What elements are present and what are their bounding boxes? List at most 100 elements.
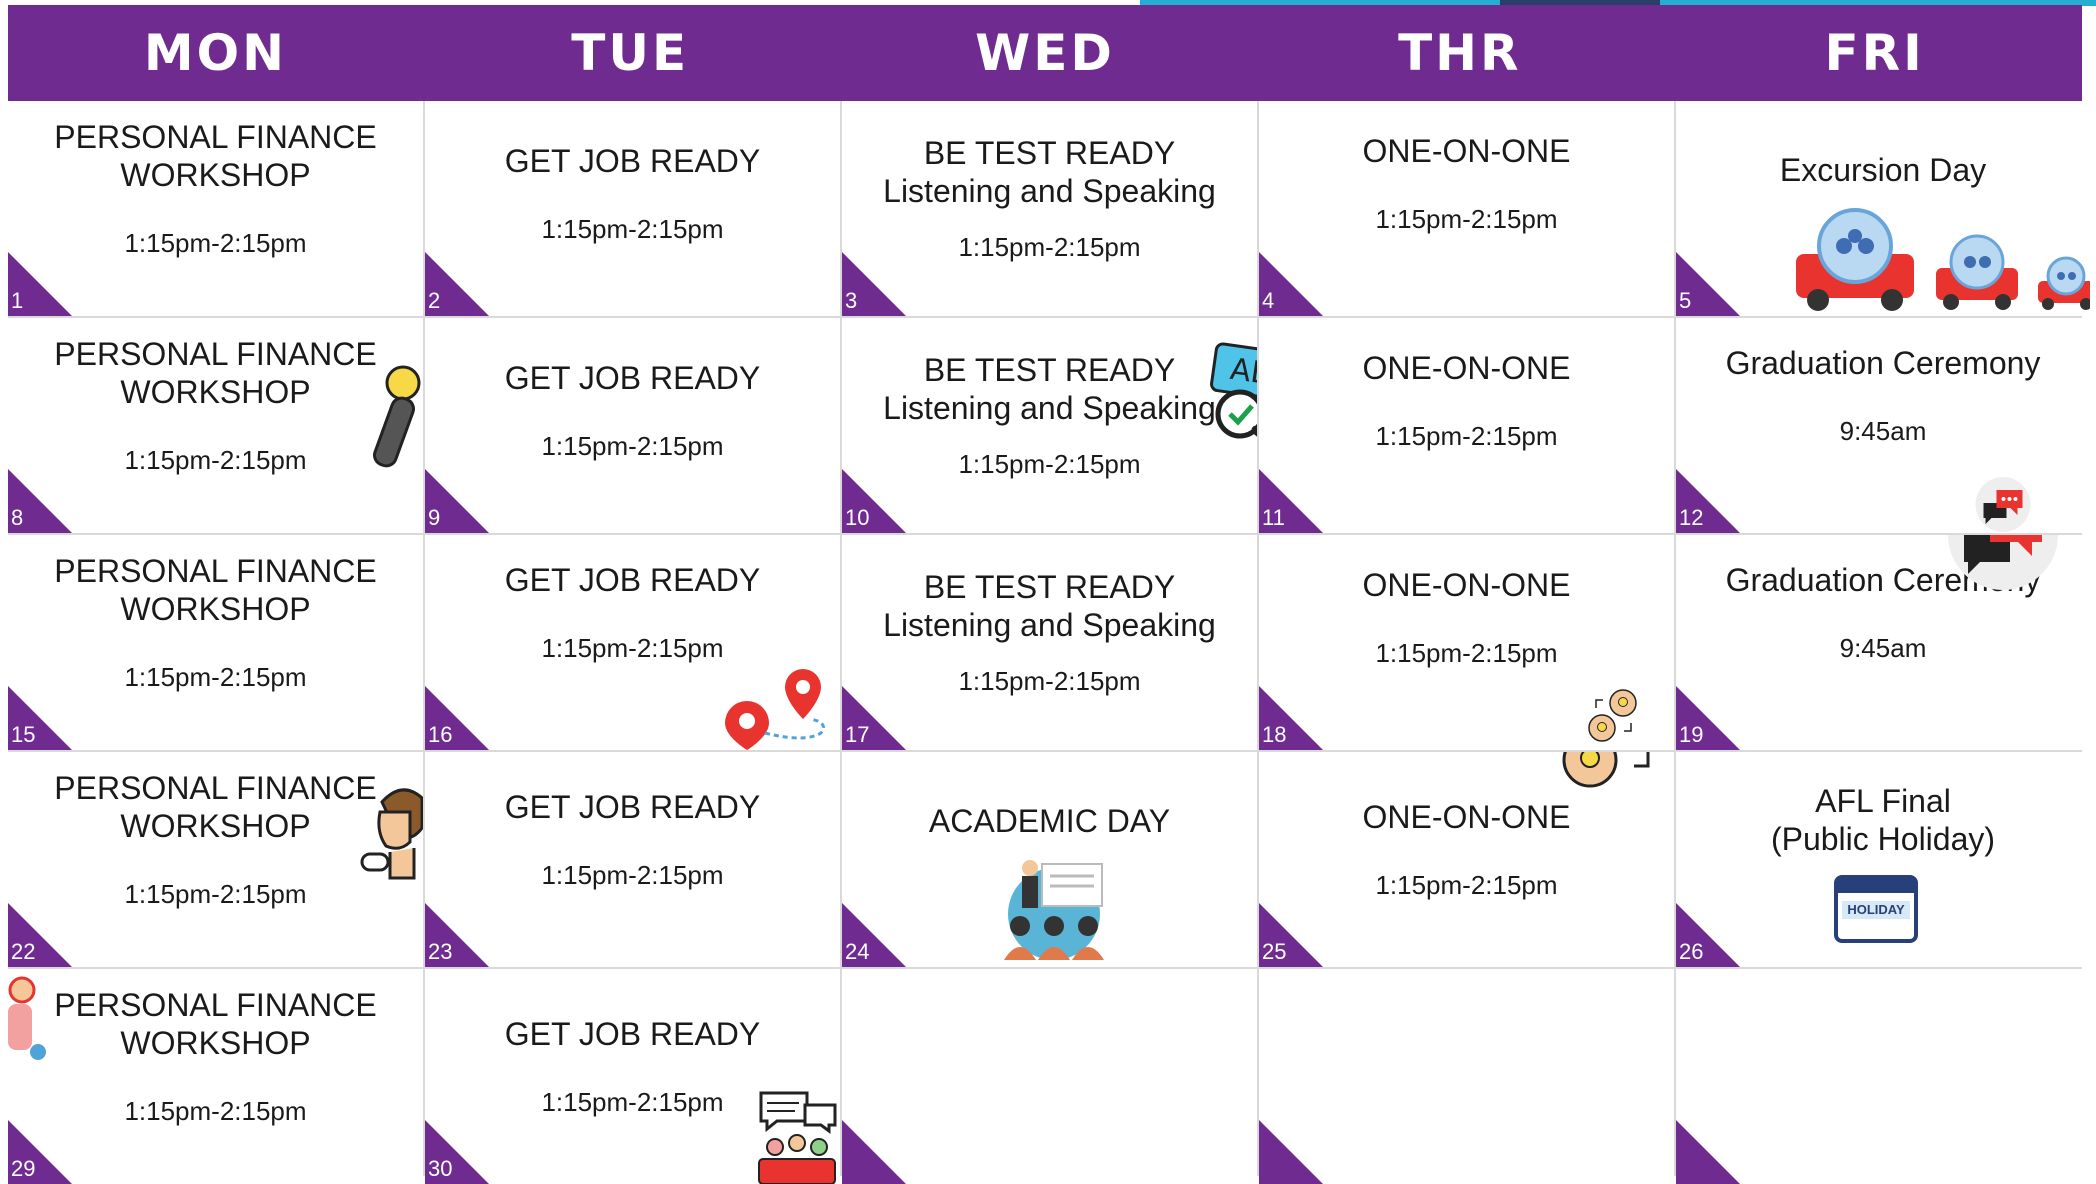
date-number: 10 [845, 505, 870, 530]
day-cell[interactable]: PERSONAL FINANCE WORKSHOP 1:15pm-2:15pm … [8, 752, 423, 967]
event-title: AFL Final [1815, 783, 1951, 819]
date-number: 9 [428, 505, 441, 530]
date-number: 18 [1262, 722, 1287, 747]
event-title: BE TEST READY [923, 569, 1176, 605]
date-number: 11 [1262, 505, 1285, 530]
day-cell[interactable]: Graduation Ceremony 9:45am 12 [1676, 318, 2090, 533]
event-time: 1:15pm-2:15pm [124, 228, 307, 258]
group-discussion-icon [758, 1091, 837, 1184]
event-subtitle: Listening and Speaking [883, 607, 1216, 643]
day-cell[interactable]: BE TEST READY Listening and Speaking 1:1… [842, 318, 1257, 533]
chat-bubbles-icon-continued [1948, 535, 2058, 590]
event-title: GET JOB READY [504, 360, 761, 396]
event-title: ONE-ON-ONE [1362, 799, 1571, 835]
event-subtitle: (Public Holiday) [1770, 821, 1996, 857]
day-cell[interactable] [1259, 969, 1674, 1184]
event-title: PERSONAL FINANCE WORKSHOP [54, 119, 377, 193]
event-title: GET JOB READY [504, 789, 761, 825]
date-number: 30 [428, 1156, 453, 1181]
event-title: ONE-ON-ONE [1362, 133, 1571, 169]
header-fri: FRI [1824, 24, 1925, 82]
date-number: 25 [1262, 939, 1287, 964]
excursion-bus-icon [1796, 208, 2090, 311]
microphone-icon [373, 365, 421, 468]
date-number: 12 [1679, 505, 1704, 530]
header-tue: TUE [571, 24, 690, 82]
date-number: 24 [845, 939, 870, 964]
day-cell[interactable]: PERSONAL FINANCE WORKSHOP 1:15pm-2:15pm … [8, 535, 423, 750]
date-number: 23 [428, 939, 453, 964]
day-cell[interactable] [842, 969, 1257, 1184]
event-time: 1:15pm-2:15pm [541, 633, 724, 663]
classroom-presentation-icon [1004, 860, 1104, 960]
date-number: 19 [1679, 722, 1704, 747]
day-cell[interactable]: GET JOB READY 1:15pm-2:15pm 23 [425, 752, 840, 967]
day-cell[interactable]: BE TEST READY Listening and Speaking 1:1… [842, 535, 1257, 750]
date-number: 29 [11, 1156, 36, 1181]
date-number: 22 [11, 939, 36, 964]
event-title: ONE-ON-ONE [1362, 350, 1571, 386]
header-thr: THR [1398, 24, 1522, 82]
day-cell[interactable]: Excursion Day 5 [1676, 101, 2090, 316]
location-pins-icon [725, 669, 825, 750]
date-number: 16 [428, 722, 453, 747]
event-title: PERSONAL FINANCE WORKSHOP [54, 336, 377, 410]
day-cell[interactable]: GET JOB READY 1:15pm-2:15pm 16 [425, 535, 840, 750]
day-cell[interactable]: ONE-ON-ONE 1:15pm-2:15pm 11 [1259, 318, 1674, 533]
day-cell[interactable]: AFL Final (Public Holiday) HOLIDAY 26 [1676, 752, 2090, 967]
event-subtitle: Listening and Speaking [883, 390, 1216, 426]
day-cell[interactable]: Graduation Ceremony 9:45am 19 [1676, 535, 2090, 750]
event-title: BE TEST READY [923, 135, 1176, 171]
event-time: 1:15pm-2:15pm [1375, 870, 1558, 900]
event-time: 1:15pm-2:15pm [124, 445, 307, 475]
event-title: GET JOB READY [504, 562, 761, 598]
day-cell[interactable]: ONE-ON-ONE 1:15pm-2:15pm 25 [1259, 752, 1674, 967]
day-cell[interactable]: BE TEST READY Listening and Speaking 1:1… [842, 101, 1257, 316]
event-time: 9:45am [1839, 633, 1927, 663]
day-cell[interactable]: GET JOB READY 1:15pm-2:15pm 9 [425, 318, 840, 533]
day-cell[interactable]: GET JOB READY 1:15pm-2:15pm 2 [425, 101, 840, 316]
calendar-top-bar [1838, 879, 1914, 893]
event-time: 9:45am [1839, 416, 1927, 446]
event-time: 1:15pm-2:15pm [1375, 638, 1558, 668]
date-number: 2 [428, 288, 441, 313]
idea-exchange-icon [1588, 689, 1637, 742]
date-number: 5 [1679, 288, 1692, 313]
date-corner [842, 1120, 906, 1184]
event-time: 1:15pm-2:15pm [541, 431, 724, 461]
day-cell[interactable]: ONE-ON-ONE 1:15pm-2:15pm 4 [1259, 101, 1674, 316]
event-time: 1:15pm-2:15pm [1375, 204, 1558, 234]
event-time: 1:15pm-2:15pm [124, 879, 307, 909]
calendar-grid: PERSONAL FINANCE WORKSHOP 1:15pm-2:15pm … [8, 101, 2090, 1184]
date-number: 17 [845, 722, 870, 747]
day-cell[interactable]: PERSONAL FINANCE WORKSHOP 1:15pm-2:15pm … [8, 101, 423, 316]
event-title: ONE-ON-ONE [1362, 567, 1571, 603]
abc-test-icon: ABC [1208, 341, 1257, 458]
date-corner [1676, 1120, 1740, 1184]
event-time: 1:15pm-2:15pm [958, 232, 1141, 262]
day-cell[interactable]: PERSONAL FINANCE WORKSHOP 1:15pm-2:15pm … [8, 318, 423, 533]
event-title: GET JOB READY [504, 1016, 761, 1052]
event-title: BE TEST READY [923, 352, 1176, 388]
day-cell[interactable]: GET JOB READY 1:15pm-2:15pm 30 [425, 969, 840, 1184]
event-title: Excursion Day [1779, 152, 1987, 188]
day-cell[interactable] [1676, 969, 2090, 1184]
weekday-header: MON TUE WED THR FRI [8, 5, 2082, 101]
chat-bubbles-icon [1975, 477, 2031, 532]
magnifier-icon [1215, 389, 1257, 439]
event-subtitle: Listening and Speaking [883, 173, 1216, 209]
event-title: Graduation Ceremony [1725, 345, 2041, 381]
event-title: PERSONAL FINANCE WORKSHOP [54, 770, 377, 844]
event-title: ACADEMIC DAY [928, 803, 1171, 839]
day-cell[interactable]: ACADEMIC DAY 24 [842, 752, 1257, 967]
day-cell[interactable]: ONE-ON-ONE 1:15pm-2:15pm 18 [1259, 535, 1674, 750]
event-time: 1:15pm-2:15pm [124, 662, 307, 692]
date-number: 1 [11, 288, 24, 313]
event-time: 1:15pm-2:15pm [958, 449, 1141, 479]
day-cell[interactable]: PERSONAL FINANCE WORKSHOP 1:15pm-2:15pm … [8, 969, 423, 1184]
header-wed: WED [975, 24, 1115, 82]
person-speaking-icon [360, 788, 423, 880]
event-time: 1:15pm-2:15pm [124, 1096, 307, 1126]
event-time: 1:15pm-2:15pm [541, 1087, 724, 1117]
student-figure-icon [8, 976, 46, 1060]
